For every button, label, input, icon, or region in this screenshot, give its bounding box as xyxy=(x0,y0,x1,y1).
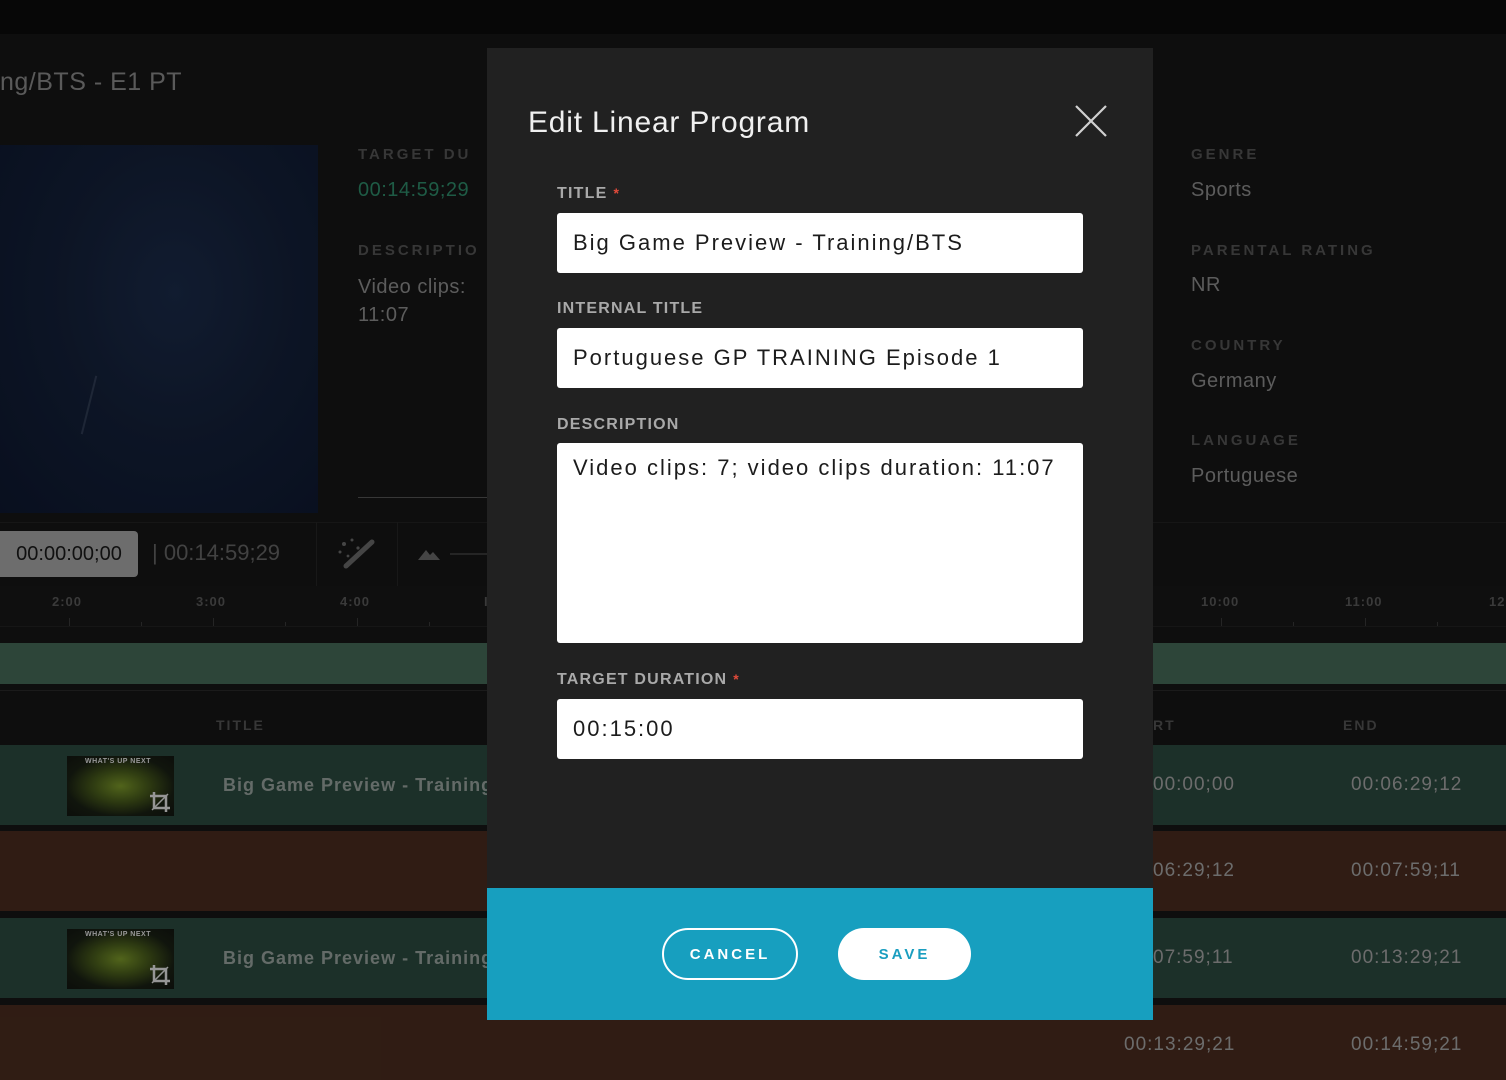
title-input[interactable] xyxy=(557,213,1083,273)
description-textarea[interactable]: Video clips: 7; video clips duration: 11… xyxy=(557,443,1083,643)
target-duration-input[interactable] xyxy=(557,699,1083,759)
cancel-button[interactable]: CANCEL xyxy=(662,928,798,980)
modal-title: Edit Linear Program xyxy=(528,106,810,139)
modal-footer: CANCEL SAVE xyxy=(487,888,1153,1020)
save-button[interactable]: SAVE xyxy=(838,928,971,980)
target-duration-label-text: TARGET DURATION xyxy=(557,671,728,688)
close-icon[interactable] xyxy=(1073,103,1109,139)
internal-title-input[interactable] xyxy=(557,328,1083,388)
target-duration-label: TARGET DURATION * xyxy=(557,671,740,689)
title-label: TITLE * xyxy=(557,185,620,203)
edit-linear-program-modal: Edit Linear Program TITLE * INTERNAL TITL… xyxy=(487,48,1153,1020)
required-mark: * xyxy=(613,185,621,201)
title-label-text: TITLE xyxy=(557,185,608,202)
description-label: DESCRIPTION xyxy=(557,416,680,433)
required-mark: * xyxy=(733,671,740,687)
internal-title-label: INTERNAL TITLE xyxy=(557,300,704,317)
